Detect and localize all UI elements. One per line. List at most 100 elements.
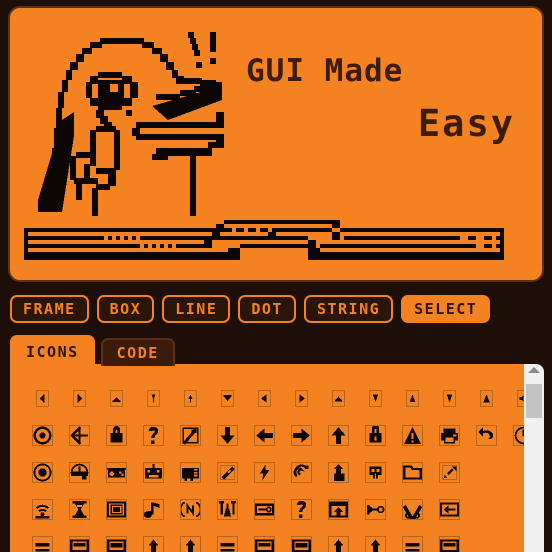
icon-cell-arrow-down-icon[interactable] [209, 417, 246, 454]
icon-cell-broadcast-tower-icon[interactable] [209, 491, 246, 528]
gamepad-icon [106, 462, 127, 483]
icon-grid-scrollbar[interactable] [524, 364, 544, 552]
splash-line-1: GUI Made [246, 53, 404, 89]
upload-pin-icon [328, 462, 349, 483]
icon-cell-clipped-row-icon-2[interactable] [61, 528, 98, 552]
icon-cell-caret-down-wide-icon[interactable] [209, 380, 246, 417]
skull-icon [365, 462, 386, 483]
icon-cell-music-note-icon[interactable] [135, 491, 172, 528]
icon-cell-question-block-icon[interactable] [283, 491, 320, 528]
icon-cell-serial-port-icon[interactable] [357, 491, 394, 528]
icon-cell-clipped-row-icon-12[interactable] [431, 528, 468, 552]
icon-grid-row [24, 528, 524, 552]
icon-cell-ruler-icon[interactable] [209, 454, 246, 491]
icon-cell-undo-arrow-icon[interactable] [468, 417, 505, 454]
icon-cell-arrow-right-icon[interactable] [283, 417, 320, 454]
icon-cell-arrow-up-solid-icon[interactable] [468, 380, 505, 417]
arrow-up-icon [328, 425, 349, 446]
arrow-down-solid-icon [443, 390, 456, 407]
icon-cell-wifi-signal-icon[interactable] [24, 491, 61, 528]
icon-cell-clipped-row-icon-9[interactable] [320, 528, 357, 552]
icon-cell-archive-upload-icon[interactable] [320, 491, 357, 528]
tool-select-button[interactable]: SELECT [401, 295, 491, 323]
arrow-right-icon [291, 425, 312, 446]
icon-cell-gauge-icon[interactable] [61, 454, 98, 491]
icon-cell-triangle-up-wide-icon[interactable] [320, 380, 357, 417]
ruler-icon [217, 462, 238, 483]
tool-string-button[interactable]: STRING [303, 295, 394, 323]
tab-code[interactable]: CODE [100, 338, 175, 366]
spiral-icon [291, 462, 312, 483]
scrollbar-thumb[interactable] [526, 384, 542, 419]
icon-cell-gamepad-icon[interactable] [98, 454, 135, 491]
icon-cell-folder-icon[interactable] [394, 454, 431, 491]
icon-cell-lock-icon[interactable] [98, 417, 135, 454]
icon-cell-skull-icon[interactable] [357, 454, 394, 491]
icon-cell-upload-pin-icon[interactable] [320, 454, 357, 491]
icon-cell-clipped-row-icon-8[interactable] [283, 528, 320, 552]
icon-cell-spiral-icon[interactable] [283, 454, 320, 491]
icon-cell-caret-right-icon[interactable] [61, 380, 98, 417]
triangle-left-icon [258, 390, 271, 407]
icon-grid-row [24, 491, 524, 528]
icon-cell-padlock-closed-icon[interactable] [357, 417, 394, 454]
icon-cell-triangle-left-icon[interactable] [246, 380, 283, 417]
folder-icon [402, 462, 423, 483]
icon-cell-no-entry-slash-icon[interactable] [172, 417, 209, 454]
icon-cell-clipped-row-icon-4[interactable] [135, 528, 172, 552]
icon-cell-memory-chip-icon[interactable] [172, 454, 209, 491]
icon-cell-pointer-down-icon[interactable] [357, 380, 394, 417]
icon-cell-clipped-row-icon-1[interactable] [24, 528, 61, 552]
tab-icons[interactable]: ICONS [10, 335, 95, 366]
icon-cell-pen-icon[interactable] [431, 454, 468, 491]
warning-triangle-icon [402, 425, 423, 446]
tool-line-button[interactable]: LINE [162, 295, 231, 323]
caret-up-small-icon [110, 390, 123, 407]
icon-cell-clipped-row-icon-6[interactable] [209, 528, 246, 552]
icon-cell-clipped-row-icon-5[interactable] [172, 528, 209, 552]
icon-cell-pointer-down-thin-icon[interactable] [135, 380, 172, 417]
icon-cell-caret-left-icon[interactable] [24, 380, 61, 417]
icon-cell-record-circle-icon[interactable] [24, 454, 61, 491]
icon-cell-clipped-row-icon-11[interactable] [394, 528, 431, 552]
splash-title-group: GUI Made Easy [238, 56, 533, 166]
drawing-tool-toolbar: FRAME BOX LINE DOT STRING SELECT [10, 294, 544, 324]
icon-grid-row [24, 417, 524, 454]
icon-cell-backspace-icon[interactable] [431, 491, 468, 528]
icon-cell-pointer-up-icon[interactable] [394, 380, 431, 417]
icon-cell-scissors-icon[interactable] [394, 491, 431, 528]
icon-cell-speaker-low-icon[interactable] [505, 380, 524, 417]
tool-dot-button[interactable]: DOT [238, 295, 296, 323]
icon-cell-warning-triangle-icon[interactable] [394, 417, 431, 454]
pointer-down-thin-icon [147, 390, 160, 407]
icon-cell-key-card-icon[interactable] [246, 491, 283, 528]
tool-frame-button[interactable]: FRAME [10, 295, 89, 323]
lock-icon [106, 425, 127, 446]
icon-cell-target-icon[interactable] [24, 417, 61, 454]
triangle-up-icon[interactable] [528, 367, 540, 373]
icon-cell-robot-face-icon[interactable] [135, 454, 172, 491]
icon-cell-clipped-row-icon-10[interactable] [357, 528, 394, 552]
icon-cell-waveform-icon[interactable] [172, 491, 209, 528]
icon-cell-screen-frame-icon[interactable] [98, 491, 135, 528]
splash-header-panel: GUI Made Easy [8, 6, 544, 282]
icon-cell-triangle-right-icon[interactable] [283, 380, 320, 417]
icon-cell-printer-icon[interactable] [431, 417, 468, 454]
icon-cell-arrow-left-icon[interactable] [246, 417, 283, 454]
icon-cell-caret-up-small-icon[interactable] [98, 380, 135, 417]
icon-cell-lightning-bolt-icon[interactable] [246, 454, 283, 491]
clipped-row-icon-5 [180, 536, 201, 552]
icon-cell-question-mark-icon[interactable] [135, 417, 172, 454]
speaker-low-icon [517, 390, 524, 407]
icon-cell-pointer-up-thin-icon[interactable] [172, 380, 209, 417]
icon-cell-clipped-row-icon-7[interactable] [246, 528, 283, 552]
archive-upload-icon [328, 499, 349, 520]
icon-cell-hourglass-icon[interactable] [61, 491, 98, 528]
tool-box-button[interactable]: BOX [96, 295, 155, 323]
icon-cell-clipped-row-icon-3[interactable] [98, 528, 135, 552]
icon-cell-asterisk-icon[interactable] [61, 417, 98, 454]
icon-cell-clock-icon[interactable] [505, 417, 524, 454]
icon-cell-arrow-up-icon[interactable] [320, 417, 357, 454]
icon-cell-arrow-down-solid-icon[interactable] [431, 380, 468, 417]
broadcast-tower-icon [217, 499, 238, 520]
